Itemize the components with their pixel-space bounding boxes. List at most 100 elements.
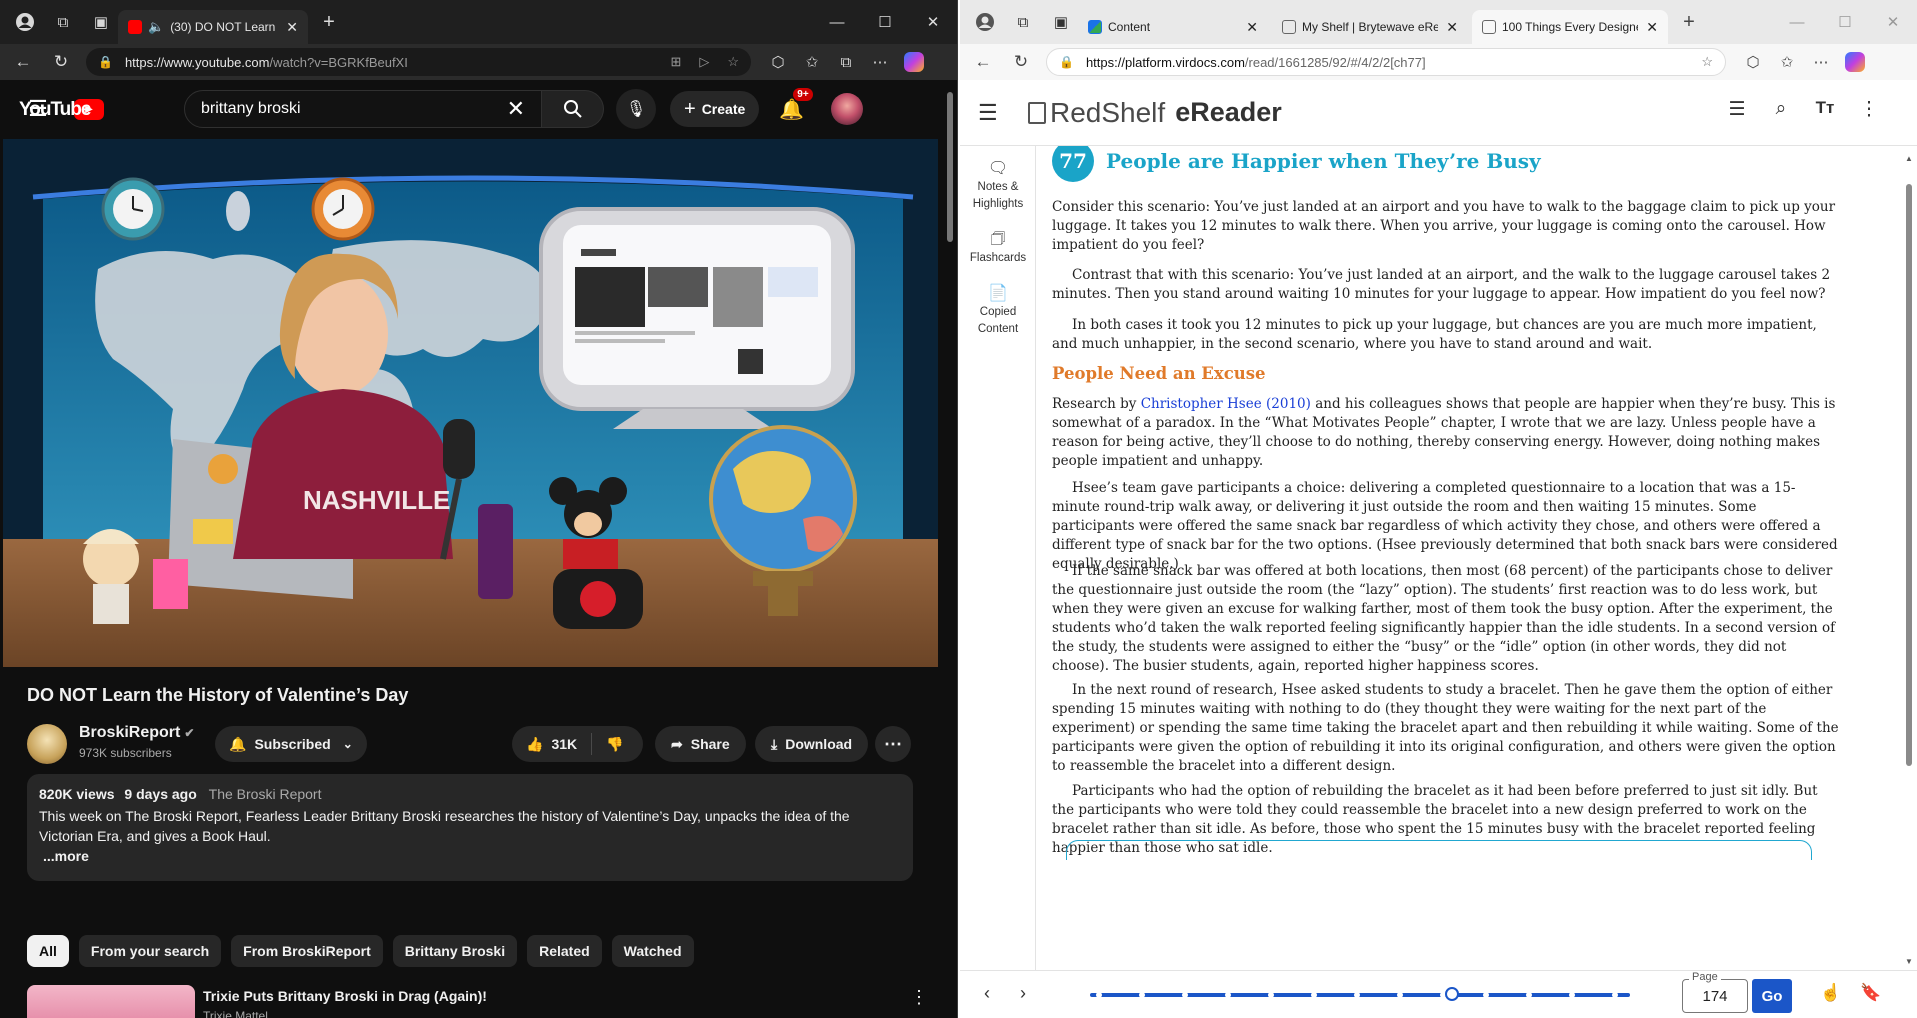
tab-content[interactable]: Content ✕ [1078,10,1268,44]
previous-page-icon[interactable]: ‹ [984,983,990,1004]
hamburger-menu-icon[interactable]: ☰ [978,100,1018,126]
page-scrollbar[interactable] [946,88,954,1008]
series-tag[interactable]: The Broski Report [209,786,322,802]
touch-gesture-icon[interactable]: ☝ [1820,983,1841,1003]
dislike-button[interactable]: 👎 [592,736,623,753]
recommended-more-icon[interactable]: ⋮ [910,987,928,1008]
close-tab-icon[interactable]: ✕ [1246,19,1258,36]
copilot-icon[interactable] [897,47,931,77]
youtube-favicon-icon [128,20,142,34]
chip-related[interactable]: Related [527,935,602,967]
recommended-video[interactable]: Trixie Puts Brittany Broski in Drag (Aga… [27,985,928,1018]
progress-tick [1182,992,1188,998]
vertical-tabs-icon[interactable]: ▣ [88,9,114,35]
logo-main: RedShelf [1050,96,1166,128]
favorites-icon[interactable]: ✩ [1770,47,1804,77]
book-content: 77 People are Happier when They’re Busy … [1036,146,1904,970]
chip-watched[interactable]: Watched [611,935,694,967]
tab-100-things[interactable]: 100 Things Every Designer ✕ [1472,10,1668,44]
copied-content-button[interactable]: 📄 Copied Content [960,285,1036,338]
refresh-icon[interactable]: ↻ [46,47,76,77]
show-more-link[interactable]: ...more [43,848,901,864]
copilot-icon[interactable] [1838,47,1872,77]
text-size-icon[interactable]: Tт [1803,98,1847,121]
next-page-icon[interactable]: › [1020,983,1026,1004]
share-button[interactable]: ➦ Share [655,726,746,762]
favorite-star-icon[interactable]: ☆ [727,54,739,70]
subscribed-button[interactable]: 🔔 Subscribed ⌄ [215,726,367,762]
progress-tick [1139,992,1145,998]
chip-brittany-broski[interactable]: Brittany Broski [392,935,518,967]
chip-all[interactable]: All [27,935,69,967]
close-tab-icon[interactable]: ✕ [286,19,298,36]
content-scrollbar[interactable]: ▲ ▼ [1905,154,1913,966]
extensions-icon[interactable]: ⬡ [1736,47,1770,77]
page-number-input[interactable]: Page 174 [1682,971,1748,1013]
progress-knob[interactable] [1444,987,1459,1001]
vertical-tabs-icon[interactable]: ▣ [1048,9,1074,35]
close-window-icon[interactable]: ✕ [1869,0,1917,44]
refresh-icon[interactable]: ↻ [1006,47,1036,77]
tshirt-text: NASHVILLE [303,485,450,515]
like-button[interactable]: 👍 31K [512,733,593,755]
workspaces-icon[interactable]: ⧉ [1010,9,1036,35]
settings-more-icon[interactable]: ⋯ [863,47,897,77]
profile-icon[interactable] [12,9,38,35]
download-button[interactable]: ⤓ Download [755,726,869,762]
bookmark-icon[interactable]: 🔖 [1860,983,1881,1003]
maximize-icon[interactable]: ☐ [861,0,909,44]
notes-highlights-button[interactable]: 🗨 Notes & Highlights [960,160,1036,213]
video-icon[interactable]: ▷ [699,54,709,70]
address-bar[interactable]: 🔒 https://www.youtube.com/watch?v=BGRKfB… [86,48,751,76]
maximize-icon[interactable]: ☐ [1821,0,1869,44]
channel-name[interactable]: BroskiReport ✔ [79,724,194,742]
notifications-bell-icon[interactable]: 🔔 9+ [779,87,813,122]
favorite-star-icon[interactable]: ☆ [1701,54,1713,70]
youtube-wordmark: YouTube [19,98,91,120]
flashcards-button[interactable]: 🗇 Flashcards [960,231,1036,267]
more-vertical-icon[interactable]: ⋮ [1847,98,1891,121]
progress-tick [1569,992,1575,998]
progress-tick [1311,992,1317,998]
video-meta: 820K views 9 days ago The Broski Report [39,786,901,802]
tab-my-shelf[interactable]: My Shelf | Brytewave eRead ✕ [1272,10,1468,44]
speaker-icon[interactable]: 🔈 [148,19,164,35]
recommended-thumbnail[interactable] [27,985,195,1018]
description-box[interactable]: 820K views 9 days ago The Broski Report … [27,774,913,881]
address-bar[interactable]: 🔒 https://platform.virdocs.com/read/1661… [1046,48,1726,76]
back-arrow-icon[interactable]: ← [968,47,998,77]
app-available-icon[interactable]: ⊞ [670,54,681,70]
video-player[interactable]: NASHVILLE [3,139,938,667]
chip-from-broskireport[interactable]: From BroskiReport [231,935,383,967]
profile-icon[interactable] [972,9,998,35]
more-actions-icon[interactable]: ⋯ [875,726,911,762]
minimize-icon[interactable]: — [1773,0,1821,44]
download-label: Download [785,736,853,752]
collections-icon[interactable]: ⧉ [829,47,863,77]
new-tab-button[interactable]: + [1674,7,1704,37]
search-icon[interactable]: ⌕ [1759,98,1803,121]
extensions-icon[interactable]: ⬡ [761,47,795,77]
close-tab-icon[interactable]: ✕ [1646,19,1658,36]
new-tab-button[interactable]: + [314,7,344,37]
close-tab-icon[interactable]: ✕ [1446,19,1458,36]
reading-progress-bar[interactable] [1090,987,1630,1001]
scrollbar-thumb[interactable] [1906,184,1912,766]
settings-more-icon[interactable]: ⋯ [1804,47,1838,77]
tab-youtube[interactable]: 🔈 (30) DO NOT Learn the Histo ✕ [118,10,308,44]
youtube-logo[interactable]: ▶ YouTube [19,98,104,120]
minimize-icon[interactable]: — [813,0,861,44]
close-window-icon[interactable]: ✕ [909,0,957,44]
go-button[interactable]: Go [1752,979,1792,1013]
user-avatar[interactable] [831,93,864,125]
workspaces-icon[interactable]: ⧉ [50,9,76,35]
citation-link[interactable]: Christopher Hsee (2010) [1141,396,1311,412]
channel-avatar[interactable] [27,724,67,764]
favorites-icon[interactable]: ✩ [795,47,829,77]
chip-from-your-search[interactable]: From your search [78,935,222,967]
recommended-channel[interactable]: Trixie Mattel [203,1009,268,1018]
table-of-contents-icon[interactable]: ☰ [1715,98,1759,121]
back-arrow-icon[interactable]: ← [8,47,38,77]
content-favicon-icon [1088,20,1102,34]
recommended-title[interactable]: Trixie Puts Brittany Broski in Drag (Aga… [203,988,487,1004]
